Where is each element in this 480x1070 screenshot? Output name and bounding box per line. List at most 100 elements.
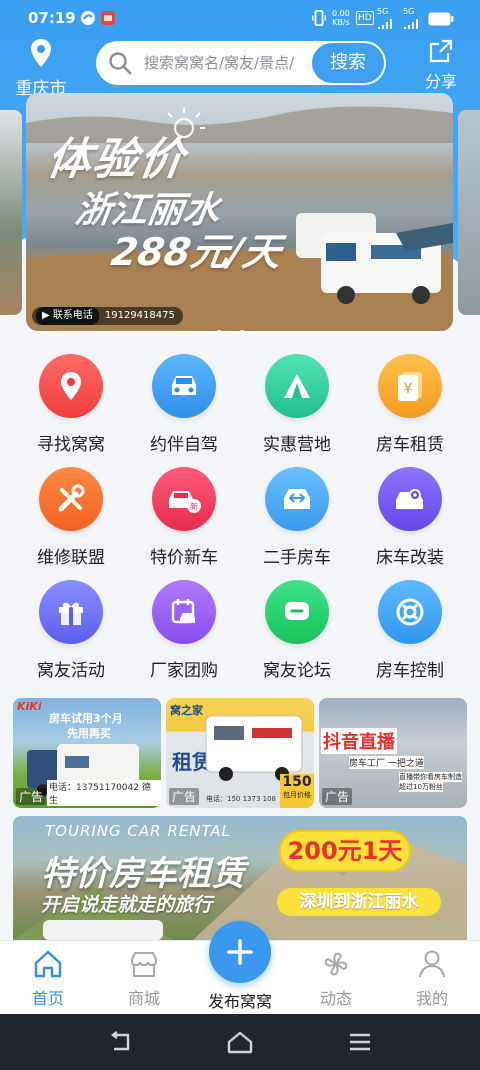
ad-phone: 电话：150 1373 108 xyxy=(206,795,276,803)
carousel-dot[interactable] xyxy=(239,330,245,331)
grid-item-campsite[interactable]: 实惠营地 xyxy=(241,350,353,460)
grid-item-bed-car-mod[interactable]: 床车改装 xyxy=(354,463,466,573)
signal-1-icon xyxy=(378,19,392,29)
ad-card-2[interactable]: 窝之家 租赁 150 包月价格 电话：150 1373 108 广告 xyxy=(166,698,314,808)
ad-title: 抖音直播 xyxy=(321,728,397,754)
banner-prev-peek[interactable] xyxy=(0,110,22,315)
ad-tag: 广告 xyxy=(169,788,200,805)
tools-icon xyxy=(58,484,85,512)
used-car-icon xyxy=(284,489,310,509)
system-nav-bar xyxy=(0,1014,480,1070)
ad-tag: 广告 xyxy=(16,788,47,805)
net-speed: 0.00 KB/s xyxy=(332,9,350,27)
grid-icon-bg xyxy=(265,580,329,644)
back-icon[interactable] xyxy=(108,1031,134,1053)
hd-badge: HD xyxy=(356,11,374,25)
tab-label: 首页 xyxy=(31,989,64,1008)
plus-icon xyxy=(227,939,253,965)
status-time: 07:19 xyxy=(28,9,76,27)
grid-icon-bg xyxy=(152,580,216,644)
grid-item-used-rv[interactable]: 二手房车 xyxy=(241,463,353,573)
tab-home[interactable]: 首页 xyxy=(13,947,83,1009)
banner-next-peek[interactable] xyxy=(458,110,480,315)
signal-2-icon xyxy=(404,19,418,29)
grid-item-new-car[interactable]: 新 特价新车 xyxy=(128,463,240,573)
search-input[interactable]: 搜索窝窝名/窝友/景点/ xyxy=(144,52,312,73)
grid-item-label: 窝友活动 xyxy=(37,661,105,681)
price-tag: 150 包月价格 xyxy=(280,774,314,808)
home-nav-icon[interactable] xyxy=(226,1030,254,1054)
tab-me[interactable]: 我的 xyxy=(397,947,467,1009)
yen-card-icon: ¥ xyxy=(398,372,422,401)
tab-mall[interactable]: 商城 xyxy=(109,947,179,1009)
vibrate-icon xyxy=(312,10,326,26)
signal-1-label: 5G xyxy=(377,7,389,16)
grid-item-rv-rental[interactable]: ¥ 房车租赁 xyxy=(354,350,466,460)
share-icon xyxy=(429,39,453,63)
location-pin-icon xyxy=(61,372,81,400)
grid-icon-bg xyxy=(378,580,442,644)
grid-item-label: 房车控制 xyxy=(376,661,444,681)
ad-tag: 广告 xyxy=(322,788,353,805)
promo-eng: TOURING CAR RENTAL xyxy=(45,822,231,840)
battery-icon xyxy=(428,12,454,26)
control-icon xyxy=(396,598,424,626)
phone-number: 19129418475 xyxy=(104,310,175,321)
grid-icon-bg xyxy=(39,467,103,531)
promo-title: 特价房车租赁 xyxy=(41,854,245,894)
grid-icon-bg xyxy=(39,354,103,418)
shop-icon xyxy=(131,952,157,977)
share-button[interactable]: 分享 xyxy=(412,38,470,92)
banner-price: 288元/天 xyxy=(108,230,284,274)
promo-route: 深圳到浙江丽水 xyxy=(277,888,441,916)
search-bar[interactable]: 搜索窝窝名/窝友/景点/ 搜索 xyxy=(96,41,386,85)
app-badge-icon xyxy=(101,11,115,25)
grid-item-label: 特价新车 xyxy=(150,548,218,568)
grid-item-carpool[interactable]: 约伴自驾 xyxy=(128,350,240,460)
grid-item-activities[interactable]: 窝友活动 xyxy=(15,576,127,686)
signal-2-label: 5G xyxy=(403,7,415,16)
tent-icon xyxy=(284,374,310,398)
ad-note: 直播带你看房车制造 xyxy=(399,772,462,782)
carousel-dots xyxy=(216,321,276,331)
grid-item-find-nest[interactable]: 寻找窝窝 xyxy=(15,350,127,460)
ad-card-3[interactable]: 抖音直播 房车工厂 一把之道 直播带你看房车制造 超过10万粉丝 广告 xyxy=(319,698,467,808)
promo-price: 200元1天 xyxy=(279,830,411,872)
svg-text:新: 新 xyxy=(190,502,198,512)
menu-icon[interactable] xyxy=(348,1032,372,1052)
tab-label: 动态 xyxy=(319,989,352,1008)
app-screen: 07:19 0.00 KB/s HD 5G 5G 重庆市 搜索窝窝名/窝友/景点/… xyxy=(0,0,480,1070)
grid-item-label: 房车租赁 xyxy=(376,435,444,455)
new-car-icon: 新 xyxy=(169,491,201,513)
app-notification-icon xyxy=(81,11,95,25)
gift-icon xyxy=(59,602,83,625)
ad-subtitle: 房车工厂 一把之道 xyxy=(349,756,424,769)
pinwheel-icon xyxy=(324,952,348,976)
grid-item-repair[interactable]: 维修联盟 xyxy=(15,463,127,573)
carousel-dot[interactable] xyxy=(216,330,222,331)
grid-item-forum[interactable]: 窝友论坛 xyxy=(241,576,353,686)
car-icon xyxy=(172,376,196,395)
grid-item-group-buy[interactable]: 厂家团购 xyxy=(128,576,240,686)
banner-contact: ▶ 联系电话 19129418475 xyxy=(32,307,183,325)
tab-label: 商城 xyxy=(127,989,160,1008)
grid-item-label: 约伴自驾 xyxy=(150,435,218,455)
promo-subtitle: 开启说走就走的旅行 xyxy=(41,894,213,916)
publish-label: 发布窝窝 xyxy=(207,992,272,1011)
search-icon xyxy=(109,52,132,75)
ad-card-1[interactable]: KiKi 房车试用3个月 先用再买 电话：13751170042 德生 广告 xyxy=(13,698,161,808)
car-gear-icon xyxy=(396,489,423,509)
publish-button[interactable] xyxy=(209,921,271,983)
grid-item-rv-control[interactable]: 房车控制 xyxy=(354,576,466,686)
status-bar: 07:19 0.00 KB/s HD 5G 5G xyxy=(0,0,480,36)
banner-carousel[interactable]: 体验价 浙江丽水 288元/天 ▶ 联系电话 19129418475 xyxy=(26,93,453,331)
tab-feed[interactable]: 动态 xyxy=(301,947,371,1009)
city-selector[interactable]: 重庆市 xyxy=(10,38,72,99)
phone-label: ▶ 联系电话 xyxy=(36,307,99,325)
user-icon xyxy=(419,950,445,978)
tab-label: 我的 xyxy=(415,989,448,1008)
svg-text:¥: ¥ xyxy=(404,381,413,397)
grid-icon-bg xyxy=(152,354,216,418)
search-button[interactable]: 搜索 xyxy=(312,43,384,83)
grid-item-label: 厂家团购 xyxy=(150,661,218,681)
